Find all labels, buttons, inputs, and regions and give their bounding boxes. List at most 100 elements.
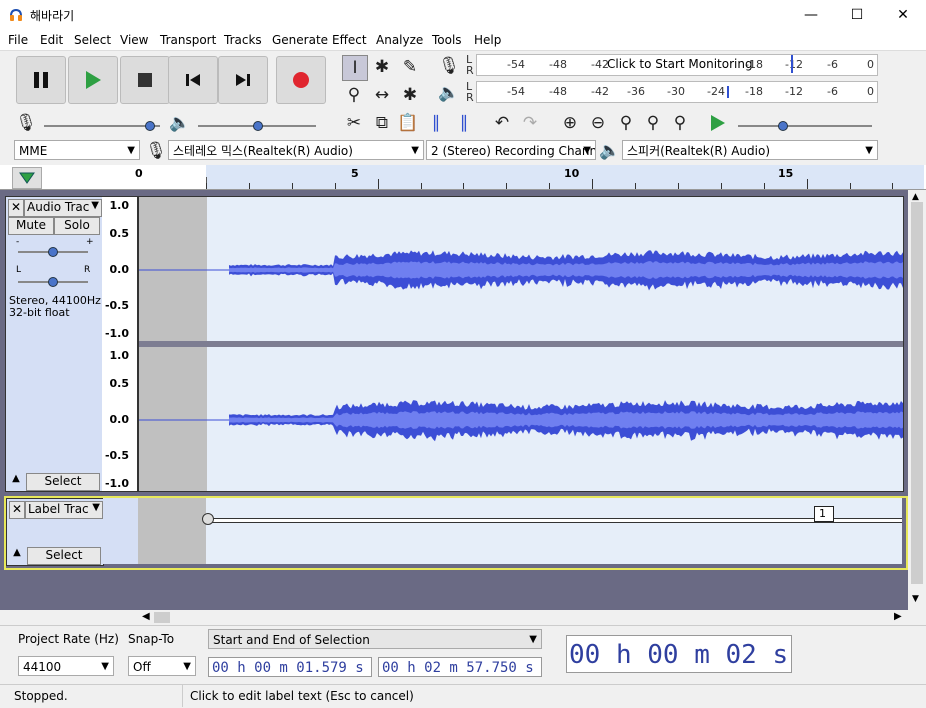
close-track-button[interactable]: ✕ bbox=[8, 199, 24, 217]
play-button[interactable] bbox=[68, 56, 118, 104]
label-region-bar[interactable] bbox=[206, 518, 902, 523]
vertical-scroll-thumb[interactable] bbox=[911, 202, 923, 584]
scale-label: 0.5 bbox=[109, 227, 130, 240]
redo-icon[interactable]: ↷ bbox=[518, 111, 542, 135]
cut-icon[interactable]: ✂ bbox=[342, 111, 366, 135]
silence-audio-icon[interactable]: ∥ bbox=[452, 111, 476, 135]
input-device-mic-icon: 🎙 bbox=[145, 141, 167, 161]
zoom-out-icon[interactable]: ⊖ bbox=[586, 111, 610, 135]
selection-start-time[interactable]: 00 h 00 m 01.579 s bbox=[208, 657, 372, 677]
fit-selection-icon[interactable]: ⚲ bbox=[614, 111, 638, 135]
snap-to-select[interactable]: Off ▼ bbox=[128, 656, 196, 676]
selection-mode-select[interactable]: Start and End of Selection ▼ bbox=[208, 629, 542, 649]
project-rate-select[interactable]: 44100 ▼ bbox=[18, 656, 114, 676]
horizontal-scroll-thumb[interactable] bbox=[154, 612, 170, 623]
gain-minus-label: - bbox=[16, 237, 20, 247]
scroll-left-icon[interactable]: ◀ bbox=[142, 611, 150, 622]
status-bar: Stopped. Click to edit label text (Esc t… bbox=[0, 684, 926, 708]
label-start-handle[interactable] bbox=[202, 513, 214, 525]
playback-meter-speaker-icon[interactable]: 🔈 bbox=[437, 81, 461, 105]
scroll-right-icon[interactable]: ▶ bbox=[894, 611, 902, 622]
play-icon bbox=[86, 71, 101, 89]
vertical-scrollbar[interactable]: ▲ ▼ bbox=[908, 190, 926, 610]
selection-tool-icon[interactable]: I bbox=[342, 55, 368, 81]
play-speed-slider[interactable] bbox=[738, 125, 872, 127]
zoom-toggle-icon[interactable]: ⚲ bbox=[668, 111, 692, 135]
trim-audio-icon[interactable]: ∥ bbox=[424, 111, 448, 135]
menu-select[interactable]: Select bbox=[74, 33, 111, 47]
audio-host-select[interactable]: MME ▼ bbox=[14, 140, 140, 160]
record-button[interactable] bbox=[276, 56, 326, 104]
recording-volume-thumb[interactable] bbox=[145, 121, 155, 131]
label-track-area[interactable]: 1 bbox=[138, 498, 902, 564]
meter-tick: -12 bbox=[785, 58, 803, 71]
paste-icon[interactable]: 📋 bbox=[396, 111, 420, 135]
mute-button[interactable]: Mute bbox=[8, 217, 54, 235]
menu-edit[interactable]: Edit bbox=[40, 33, 63, 47]
meter-tick: -6 bbox=[827, 85, 838, 98]
time-shift-tool-icon[interactable]: ↔ bbox=[370, 83, 394, 107]
multi-tool-icon[interactable]: ✱ bbox=[398, 83, 422, 107]
play-at-speed-icon[interactable] bbox=[706, 111, 730, 135]
envelope-tool-icon[interactable]: ✱ bbox=[370, 55, 394, 79]
timeline-ruler[interactable]: 0 5 10 15 bbox=[0, 165, 926, 190]
selection-start-value: 00 h 00 m 01.579 s bbox=[212, 660, 364, 676]
gain-slider-thumb[interactable] bbox=[48, 247, 58, 257]
menu-generate[interactable]: Generate bbox=[272, 33, 328, 47]
menu-help[interactable]: Help bbox=[474, 33, 501, 47]
record-meter-mic-icon[interactable]: 🎙 bbox=[437, 54, 461, 78]
stop-button[interactable] bbox=[120, 56, 170, 104]
playback-meter[interactable]: -54 -48 -42 -36 -30 -24 -18 -12 -6 0 bbox=[476, 81, 878, 103]
menu-analyze[interactable]: Analyze bbox=[376, 33, 423, 47]
collapse-track-icon[interactable]: ▲ bbox=[8, 473, 24, 489]
playback-volume-thumb[interactable] bbox=[253, 121, 263, 131]
menu-view[interactable]: View bbox=[120, 33, 148, 47]
undo-icon[interactable]: ↶ bbox=[490, 111, 514, 135]
menu-transport[interactable]: Transport bbox=[160, 33, 216, 47]
play-speed-thumb[interactable] bbox=[778, 121, 788, 131]
horizontal-scrollbar[interactable]: ◀ ▶ bbox=[0, 610, 908, 625]
track-select-button[interactable]: Select bbox=[26, 473, 100, 491]
waveform-area[interactable] bbox=[138, 196, 904, 492]
label-text-box[interactable]: 1 bbox=[814, 506, 834, 522]
label-track-gutter bbox=[103, 498, 138, 564]
fit-project-icon[interactable]: ⚲ bbox=[641, 111, 665, 135]
scale-label: 0.5 bbox=[109, 377, 130, 390]
track-name: Audio Trac bbox=[27, 200, 90, 214]
menu-file[interactable]: File bbox=[8, 33, 28, 47]
minimize-button[interactable]: — bbox=[788, 0, 834, 30]
skip-to-start-button[interactable] bbox=[168, 56, 218, 104]
scroll-down-icon[interactable]: ▼ bbox=[912, 594, 919, 604]
recording-volume-mic-icon: 🎙 bbox=[15, 113, 37, 133]
menu-tools[interactable]: Tools bbox=[432, 33, 462, 47]
scroll-up-icon[interactable]: ▲ bbox=[912, 192, 919, 202]
draw-tool-icon[interactable]: ✎ bbox=[398, 55, 422, 79]
track-name-menu[interactable]: Audio Trac ▼ bbox=[24, 199, 102, 217]
zoom-in-icon[interactable]: ⊕ bbox=[558, 111, 582, 135]
record-meter-prompt[interactable]: Click to Start Monitoring bbox=[607, 57, 753, 71]
menu-effect[interactable]: Effect bbox=[332, 33, 367, 47]
audio-position-display[interactable]: 00 h 00 m 02 s bbox=[566, 635, 792, 673]
record-meter[interactable]: -54 -48 -42 Click to Start Monitoring -1… bbox=[476, 54, 878, 76]
collapse-track-icon[interactable]: ▲ bbox=[9, 547, 25, 563]
solo-button[interactable]: Solo bbox=[54, 217, 100, 235]
timeline-options-button[interactable] bbox=[12, 167, 42, 189]
copy-icon[interactable]: ⧉ bbox=[370, 111, 394, 135]
amplitude-scale[interactable]: 1.0 0.5 0.0 -0.5 -1.0 1.0 0.5 0.0 -0.5 -… bbox=[102, 196, 138, 492]
zoom-tool-icon[interactable]: ⚲ bbox=[342, 83, 366, 107]
label-track-name-menu[interactable]: Label Trac ▼ bbox=[25, 501, 103, 519]
maximize-button[interactable]: ☐ bbox=[834, 0, 880, 30]
menu-tracks[interactable]: Tracks bbox=[224, 33, 262, 47]
skip-to-end-button[interactable] bbox=[218, 56, 268, 104]
playback-device-select[interactable]: 스피커(Realtek(R) Audio) ▼ bbox=[622, 140, 878, 160]
label-track-select-button[interactable]: Select bbox=[27, 547, 101, 565]
recording-device-select[interactable]: 스테레오 믹스(Realtek(R) Audio) ▼ bbox=[168, 140, 424, 160]
pan-slider-thumb[interactable] bbox=[48, 277, 58, 287]
recording-channels-select[interactable]: 2 (Stereo) Recording Chann ▼ bbox=[426, 140, 596, 160]
selection-end-time[interactable]: 00 h 02 m 57.750 s bbox=[378, 657, 542, 677]
recording-volume-slider[interactable] bbox=[44, 125, 160, 127]
pause-button[interactable] bbox=[16, 56, 66, 104]
close-button[interactable]: ✕ bbox=[880, 0, 926, 30]
audacity-logo-icon bbox=[10, 8, 22, 21]
close-label-track-button[interactable]: ✕ bbox=[9, 501, 25, 519]
